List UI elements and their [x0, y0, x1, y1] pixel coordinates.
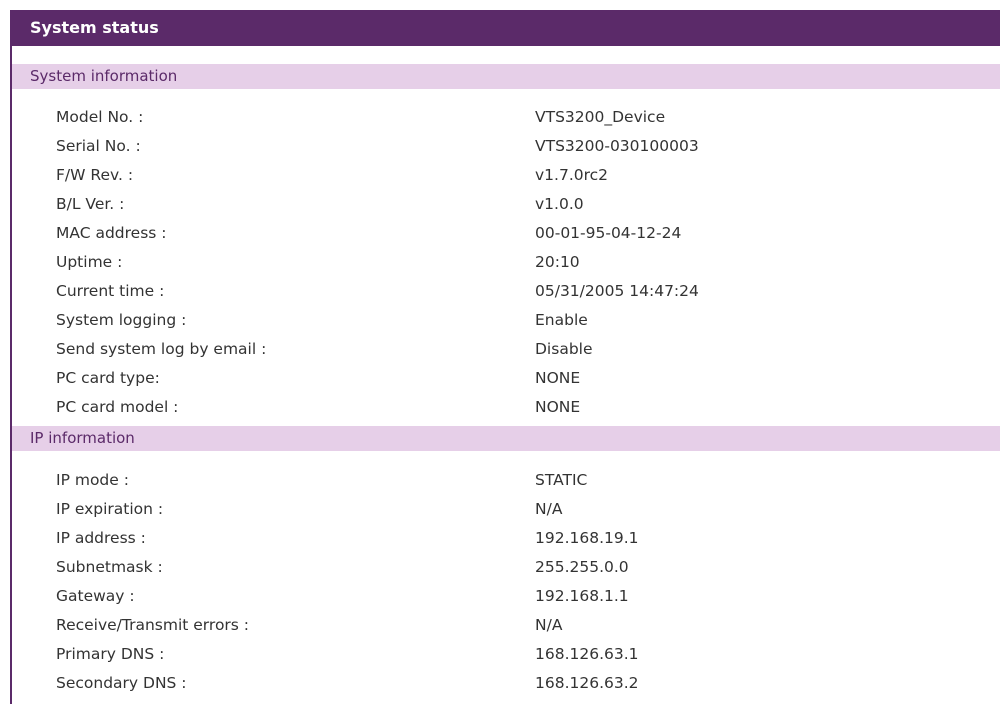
info-label: F/W Rev. : [56, 166, 134, 184]
info-value: Enable [535, 311, 588, 329]
info-label: Secondary DNS : [56, 674, 187, 692]
info-label: IP mode : [56, 471, 129, 489]
info-label: IP address : [56, 529, 146, 547]
info-label: Model No. : [56, 108, 144, 126]
info-value: N/A [535, 616, 563, 634]
info-row-primary-dns: Primary DNS : 168.126.63.1 [12, 640, 1000, 669]
status-panel: System status System information Model N… [10, 10, 1000, 704]
info-label: PC card model : [56, 398, 179, 416]
page-title: System status [12, 10, 1000, 46]
info-label: Gateway : [56, 587, 135, 605]
info-row-pc-card-type: PC card type: NONE [12, 364, 1000, 393]
info-row-bl-ver: B/L Ver. : v1.0.0 [12, 190, 1000, 219]
info-value: 168.126.63.1 [535, 645, 639, 663]
info-value: 192.168.1.1 [535, 587, 629, 605]
info-label: IP expiration : [56, 500, 164, 518]
info-row-serial-no: Serial No. : VTS3200-030100003 [12, 132, 1000, 161]
info-value: STATIC [535, 471, 588, 489]
info-row-ip-mode: IP mode : STATIC [12, 466, 1000, 495]
section-header-system-information: System information [12, 64, 1000, 89]
info-value: 05/31/2005 14:47:24 [535, 282, 699, 300]
info-label: Uptime : [56, 253, 123, 271]
info-row-ip-expiration: IP expiration : N/A [12, 495, 1000, 524]
info-label: Primary DNS : [56, 645, 165, 663]
info-row-gateway: Gateway : 192.168.1.1 [12, 582, 1000, 611]
info-label: PC card type: [56, 369, 160, 387]
info-label: Current time : [56, 282, 165, 300]
info-value: Disable [535, 340, 593, 358]
info-value: v1.0.0 [535, 195, 584, 213]
info-label: Subnetmask : [56, 558, 163, 576]
info-label: Send system log by email : [56, 340, 267, 358]
info-value: 255.255.0.0 [535, 558, 629, 576]
info-row-subnetmask: Subnetmask : 255.255.0.0 [12, 553, 1000, 582]
section-header-ip-information: IP information [12, 426, 1000, 451]
info-value: N/A [535, 500, 563, 518]
info-row-rx-tx-errors: Receive/Transmit errors : N/A [12, 611, 1000, 640]
info-label: B/L Ver. : [56, 195, 125, 213]
info-row-fw-rev: F/W Rev. : v1.7.0rc2 [12, 161, 1000, 190]
info-row-send-log-email: Send system log by email : Disable [12, 335, 1000, 364]
info-label: Serial No. : [56, 137, 141, 155]
info-value: NONE [535, 369, 581, 387]
info-value: VTS3200_Device [535, 108, 666, 126]
info-value: 20:10 [535, 253, 580, 271]
info-value: VTS3200-030100003 [535, 137, 699, 155]
info-value: NONE [535, 398, 581, 416]
info-row-mac-address: MAC address : 00-01-95-04-12-24 [12, 219, 1000, 248]
info-row-uptime: Uptime : 20:10 [12, 248, 1000, 277]
info-row-model-no: Model No. : VTS3200_Device [12, 103, 1000, 132]
info-label: System logging : [56, 311, 187, 329]
info-value: 192.168.19.1 [535, 529, 639, 547]
info-row-system-logging: System logging : Enable [12, 306, 1000, 335]
info-row-ip-address: IP address : 192.168.19.1 [12, 524, 1000, 553]
info-value: 00-01-95-04-12-24 [535, 224, 682, 242]
info-label: MAC address : [56, 224, 167, 242]
info-label: Receive/Transmit errors : [56, 616, 250, 634]
info-row-secondary-dns: Secondary DNS : 168.126.63.2 [12, 669, 1000, 698]
info-value: 168.126.63.2 [535, 674, 639, 692]
info-row-pc-card-model: PC card model : NONE [12, 393, 1000, 422]
info-value: v1.7.0rc2 [535, 166, 609, 184]
info-row-current-time: Current time : 05/31/2005 14:47:24 [12, 277, 1000, 306]
